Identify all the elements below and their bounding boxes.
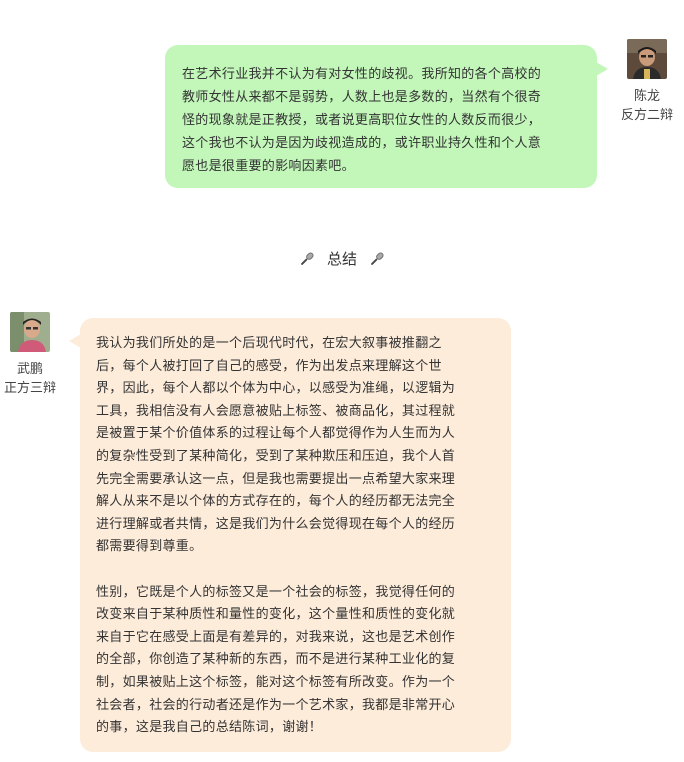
message-line: 在艺术行业我并不认为有对女性的歧视。我所知的各个高校的 xyxy=(182,67,542,82)
message-line: 性别，它既是个人的标签又是一个社会的标签，我觉得任何的 xyxy=(96,584,456,600)
message-line: 进行理解或者共情，这是我们为什么会觉得现在每个人的经历 xyxy=(96,516,456,532)
speaker-role: 反方二辩 xyxy=(620,108,673,123)
message-line: 解人从来不是以个体的方式存在的，每个人的经历都无法完全 xyxy=(96,494,456,510)
speaker-label-left: 武鹏 正方三辩 xyxy=(0,360,60,398)
speaker-label-right: 陈龙 反方二辩 xyxy=(612,87,682,125)
message-line: 愿也是很重要的影响因素吧。 xyxy=(182,159,355,174)
message-line: 制，如果被贴上这个标签，能对这个标签有所改变。作为一个 xyxy=(96,674,456,690)
section-title: 总结 xyxy=(0,248,684,269)
message-line: 的复杂性受到了某种简化，受到了某种欺压和压迫，我个人首 xyxy=(96,448,456,464)
message-line: 教师女性从来都不是弱势，人数上也是多数的，当然有个很奇 xyxy=(182,90,542,105)
message-line: 工具，我相信没有人会愿意被贴上标签、被商品化，其过程就 xyxy=(96,403,456,419)
message-line: 来自于它在感受上面是有差异的，对我来说，这也是艺术创作 xyxy=(96,629,456,645)
section-title-label: 总结 xyxy=(326,250,357,268)
speaker-role: 正方三辩 xyxy=(3,381,56,396)
chat-bubble-wu-peng: 我认为我们所处的是一个后现代时代，在宏大叙事被推翻之 后，每个人被打回了自己的感… xyxy=(69,318,511,752)
message-line: 我认为我们所处的是一个后现代时代，在宏大叙事被推翻之 xyxy=(96,336,442,351)
message-line: 怪的现象就是正教授，或者说更高职位女性的人数反而很少， xyxy=(182,113,542,128)
chat-bubble-chen-long: 在艺术行业我并不认为有对女性的歧视。我所知的各个高校的 教师女性从来都不是弱势，… xyxy=(165,45,608,188)
message-line: 的事，这是我自己的总结陈词，谢谢！ xyxy=(96,720,323,736)
message-line: 的全部，你创造了某种新的东西，而不是进行某种工业化的复 xyxy=(96,652,456,668)
message-line: 界，因此，每个人都以个体为中心，以感受为准绳，以逻辑为 xyxy=(96,381,456,397)
microphone-icon xyxy=(298,250,316,268)
message-line: 这个我也不认为是因为歧视造成的，或许职业持久性和个人意 xyxy=(182,136,542,151)
speaker-name: 武鹏 xyxy=(16,362,43,377)
message-line: 都需要得到尊重。 xyxy=(96,539,203,555)
speaker-name: 陈龙 xyxy=(633,89,660,104)
avatar-chen-long[interactable] xyxy=(627,39,667,79)
message-line: 是被置于某个价值体系的过程让每个人都觉得作为人生而为人 xyxy=(96,426,456,442)
message-paragraph: 性别，它既是个人的标签又是一个社会的标签，我觉得任何的 改变来自于某种质性和量性… xyxy=(96,582,497,740)
avatar-wu-peng[interactable] xyxy=(10,312,50,352)
microphone-icon xyxy=(368,250,386,268)
message-paragraph: 我认为我们所处的是一个后现代时代，在宏大叙事被推翻之 后，每个人被打回了自己的感… xyxy=(96,333,497,559)
message-line: 改变来自于某种质性和量性的变化，这个量性和质性的变化就 xyxy=(96,607,456,623)
message-line: 社会者，社会的行动者还是作为一个艺术家，我都是非常开心 xyxy=(96,697,456,713)
message-line: 后，每个人被打回了自己的感受，作为出发点来理解这个世 xyxy=(96,358,442,374)
message-line: 先完全需要承认这一点，但是我也需要提出一点希望大家来理 xyxy=(96,471,456,487)
